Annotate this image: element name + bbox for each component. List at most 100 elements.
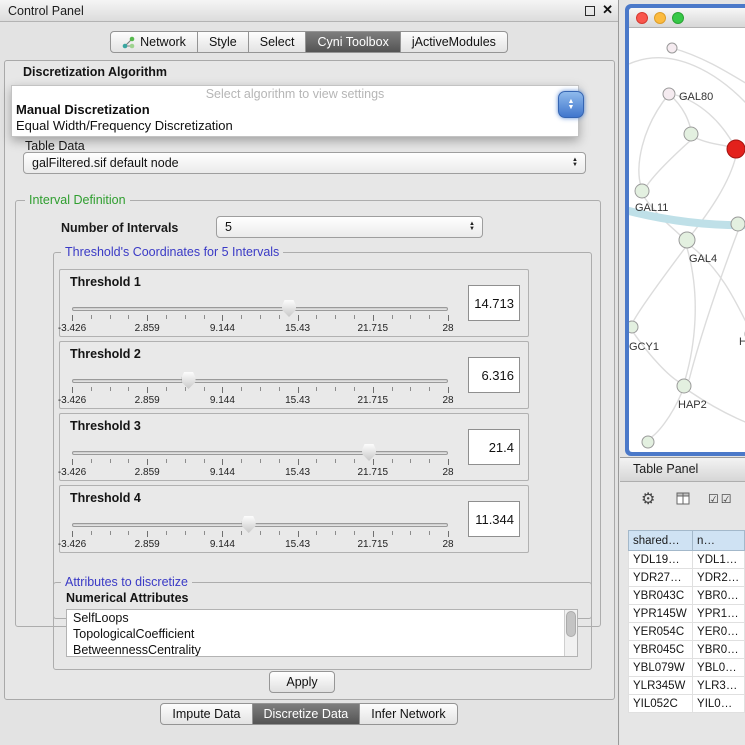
table-row[interactable]: YBL079WYBL0… [629,659,745,677]
table-data-value: galFiltered.sif default node [32,156,179,170]
zoom-traffic-light-icon[interactable] [672,12,684,24]
control-panel: Control Panel ✕ Network Style Select [0,0,619,745]
number-of-intervals-value: 5 [225,220,232,234]
table-row[interactable]: YPR145WYPR1… [629,605,745,623]
column-header-shared-name[interactable]: shared… [629,531,693,551]
slider-tick [166,387,167,391]
slider-tick [128,459,129,463]
tab-label: Infer Network [371,707,445,721]
table-header-row: shared… n… [629,531,745,551]
table-row[interactable]: YIL052CYIL0… [629,695,745,713]
slider-tick [72,531,73,537]
slider-tick [373,387,374,393]
tab-discretize-data[interactable]: Discretize Data [253,703,361,725]
float-window-icon[interactable] [585,6,595,16]
attribute-list-item[interactable]: BetweennessCentrality [67,642,564,657]
slider-tick [260,387,261,391]
network-node[interactable] [679,232,695,248]
table-row[interactable]: YBR043CYBR0… [629,587,745,605]
slider-tick [392,531,393,535]
tab-select[interactable]: Select [249,31,307,53]
network-node[interactable] [677,379,691,393]
table-row[interactable]: YER054CYER0… [629,623,745,641]
columns-icon[interactable] [676,492,691,511]
gear-icon[interactable]: ⚙ [641,489,655,509]
algorithm-option-manual-discretization[interactable]: Manual Discretization [12,102,578,118]
column-header-name[interactable]: n… [693,531,745,551]
slider-tick [316,531,317,535]
tab-infer-network[interactable]: Infer Network [360,703,457,725]
slider-tick [354,531,355,535]
threshold-slider: -3.4262.8599.14415.4321.71528 [68,298,468,336]
table-data-label: Table Data [25,139,85,153]
slider-thumb[interactable] [182,372,196,389]
slider-tick [448,459,449,465]
apply-button[interactable]: Apply [269,671,335,693]
network-node[interactable] [731,217,745,231]
threshold-value-field[interactable]: 11.344 [468,501,520,537]
algorithm-option-equal-width-frequency[interactable]: Equal Width/Frequency Discretization [12,118,578,134]
node-label: HAP2 [678,399,707,411]
slider-track[interactable] [72,379,448,383]
network-node[interactable] [684,127,698,141]
close-icon[interactable]: ✕ [602,2,613,18]
threshold-value-field[interactable]: 14.713 [468,285,520,321]
slider-track[interactable] [72,523,448,527]
slider-scale-label: 28 [442,323,453,334]
slider-track[interactable] [72,451,448,455]
slider-tick [110,387,111,391]
algorithm-combo-arrows-button[interactable]: ▲▼ [558,91,584,118]
network-node[interactable] [635,184,649,198]
select-columns-checkboxes-icon[interactable]: ☑☑ [708,492,734,506]
network-node[interactable] [667,43,677,53]
slider-scale-label: 28 [442,539,453,550]
slider-tick [166,459,167,463]
attribute-list-item[interactable]: TopologicalCoefficient [67,626,564,642]
threshold-value-field[interactable]: 21.4 [468,429,520,465]
tab-jactivemodules[interactable]: jActiveModules [401,31,508,53]
slider-scale-label: 15.43 [285,467,310,478]
table-row[interactable]: YDL19…YDL1… [629,551,745,569]
slider-tick [110,531,111,535]
number-of-intervals-combobox[interactable]: 5 ▲▼ [216,216,483,238]
slider-tick [335,387,336,391]
application-root: Control Panel ✕ Network Style Select [0,0,745,745]
close-traffic-light-icon[interactable] [636,12,648,24]
slider-thumb[interactable] [362,444,376,461]
tab-impute-data[interactable]: Impute Data [160,703,252,725]
network-node[interactable] [642,436,654,448]
slider-tick [91,531,92,535]
slider-tick [166,531,167,535]
slider-tick [204,387,205,391]
table-row[interactable]: YBR045CYBR0… [629,641,745,659]
slider-tick [392,459,393,463]
tab-label: Discretize Data [264,707,349,721]
tab-cyni-toolbox[interactable]: Cyni Toolbox [306,31,400,53]
table-row[interactable]: YDR27…YDR2… [629,569,745,587]
tab-label: Impute Data [172,707,240,721]
table-data-combobox[interactable]: galFiltered.sif default node ▲▼ [23,152,586,174]
network-node[interactable] [727,140,745,158]
slider-scale-label: 21.715 [358,467,389,478]
attribute-list-item[interactable]: SelfLoops [67,610,564,626]
network-node[interactable] [663,88,675,100]
slider-tick [429,387,430,391]
tab-label: Select [260,35,295,49]
slider-tick [373,459,374,465]
tab-network[interactable]: Network [110,31,198,53]
slider-thumb[interactable] [282,300,296,317]
table-row[interactable]: YLR345WYLR3… [629,677,745,695]
network-canvas[interactable]: GAL80GAL11GAL4GCY1HHAP2 [629,28,745,452]
slider-tick [279,387,280,391]
algorithm-placeholder: Select algorithm to view settings [12,86,578,102]
tab-style[interactable]: Style [198,31,249,53]
threshold-value-field[interactable]: 6.316 [468,357,520,393]
network-node[interactable] [629,321,638,333]
slider-tick [429,459,430,463]
slider-thumb[interactable] [242,516,256,533]
minimize-traffic-light-icon[interactable] [654,12,666,24]
slider-track[interactable] [72,307,448,311]
list-scrollbar[interactable] [564,610,577,656]
slider-tick [410,531,411,535]
scrollbar-thumb[interactable] [566,611,576,637]
